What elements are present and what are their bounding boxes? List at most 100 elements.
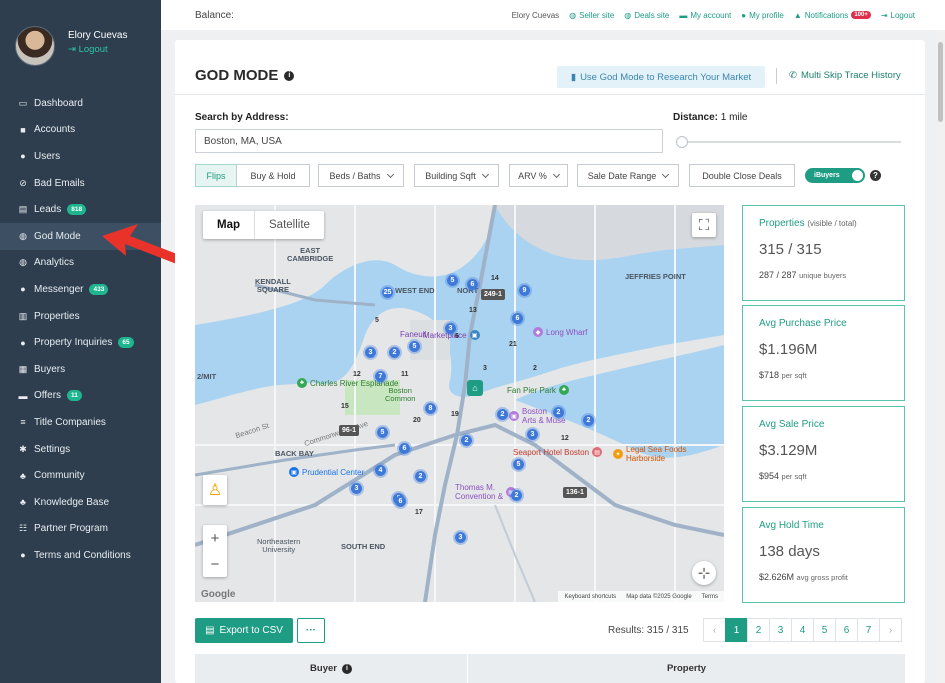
zoom-in-button[interactable]: + bbox=[211, 525, 220, 551]
home-marker-icon[interactable]: ⌂ bbox=[467, 380, 483, 396]
property-cluster-marker[interactable]: 5 bbox=[445, 273, 460, 288]
sidebar-item-community[interactable]: ♣ Community bbox=[0, 462, 161, 489]
info-icon[interactable]: i bbox=[341, 663, 352, 674]
property-cluster-marker[interactable]: 5 bbox=[407, 339, 422, 354]
zoom-out-button[interactable]: − bbox=[211, 551, 220, 577]
avatar[interactable] bbox=[15, 26, 55, 66]
fullscreen-icon[interactable]: ⛶ bbox=[692, 213, 716, 237]
map-count-label[interactable]: 14 bbox=[491, 275, 499, 282]
recenter-icon[interactable]: ⊹ bbox=[692, 561, 716, 585]
ibuyers-toggle[interactable]: iBuyers bbox=[805, 168, 865, 183]
property-cluster-marker[interactable]: 5 bbox=[375, 425, 390, 440]
arv-dropdown[interactable]: ARV % bbox=[509, 164, 568, 187]
page-button[interactable]: 1 bbox=[725, 618, 748, 642]
distance-slider-handle[interactable] bbox=[676, 136, 688, 148]
property-cluster-marker[interactable]: 8 bbox=[423, 401, 438, 416]
property-cluster-marker[interactable]: 7 bbox=[373, 369, 388, 384]
map-tab[interactable]: Map bbox=[203, 211, 255, 239]
property-column-header[interactable]: Property bbox=[468, 654, 905, 683]
map-count-label[interactable]: 21 bbox=[509, 341, 517, 348]
keyboard-shortcuts-link[interactable]: Keyboard shortcuts bbox=[564, 594, 616, 600]
flips-tab[interactable]: Flips bbox=[195, 164, 237, 187]
sidebar-item-properties[interactable]: ▥ Properties bbox=[0, 303, 161, 330]
map-count-label[interactable]: 17 bbox=[415, 509, 423, 516]
sidebar-item-property-inquiries[interactable]: ● Property Inquiries 65 bbox=[0, 329, 161, 356]
sale-date-range-dropdown[interactable]: Sale Date Range bbox=[577, 164, 679, 187]
map-count-label[interactable]: 13 bbox=[469, 307, 477, 314]
property-cluster-marker[interactable]: 2 bbox=[387, 345, 402, 360]
property-cluster-marker[interactable]: 3 bbox=[349, 481, 364, 496]
map-count-label[interactable]: 15 bbox=[341, 403, 349, 410]
sidebar-item-accounts[interactable]: ■ Accounts bbox=[0, 117, 161, 144]
property-cluster-marker[interactable]: 2 bbox=[509, 488, 524, 503]
sidebar-item-bad-emails[interactable]: ⊘ Bad Emails bbox=[0, 170, 161, 197]
map-count-label[interactable]: 3 bbox=[483, 365, 487, 372]
satellite-tab[interactable]: Satellite bbox=[255, 211, 324, 239]
map-count-label[interactable]: 20 bbox=[413, 417, 421, 424]
property-cluster-marker[interactable]: 5 bbox=[511, 457, 526, 472]
page-button[interactable]: 3 bbox=[769, 618, 792, 642]
beds-baths-dropdown[interactable]: Beds / Baths bbox=[318, 164, 404, 187]
map-count-label[interactable]: 12 bbox=[561, 435, 569, 442]
sidebar-item-terms-and-conditions[interactable]: ● Terms and Conditions bbox=[0, 542, 161, 569]
property-cluster-marker[interactable]: 2 bbox=[459, 433, 474, 448]
map-count-label[interactable]: 6 bbox=[455, 333, 459, 340]
property-count-marker[interactable]: 96-1 bbox=[339, 425, 360, 436]
prev-page-button[interactable]: ‹ bbox=[703, 618, 726, 642]
property-cluster-marker[interactable]: 6 bbox=[397, 441, 412, 456]
deals-site-link[interactable]: ◍ Deals site bbox=[624, 11, 669, 20]
double-close-deals-button[interactable]: Double Close Deals bbox=[689, 164, 795, 187]
property-count-marker[interactable]: 249-1 bbox=[481, 289, 505, 300]
property-cluster-marker[interactable]: 6 bbox=[465, 277, 480, 292]
property-cluster-marker[interactable]: 3 bbox=[363, 345, 378, 360]
next-page-button[interactable]: › bbox=[879, 618, 902, 642]
page-button[interactable]: 5 bbox=[813, 618, 836, 642]
property-cluster-marker[interactable]: 2 bbox=[581, 413, 596, 428]
map-count-label[interactable]: 11 bbox=[401, 371, 408, 378]
page-button[interactable]: 2 bbox=[747, 618, 770, 642]
my-account-link[interactable]: ▬ My account bbox=[679, 11, 731, 20]
page-button[interactable]: 6 bbox=[835, 618, 858, 642]
building-sqft-dropdown[interactable]: Building Sqft bbox=[414, 164, 499, 187]
property-count-marker[interactable]: 136-1 bbox=[563, 487, 587, 498]
sidebar-item-buyers[interactable]: ▦ Buyers bbox=[0, 356, 161, 383]
buy-hold-tab[interactable]: Buy & Hold bbox=[236, 164, 310, 187]
property-cluster-marker[interactable]: 6 bbox=[510, 311, 525, 326]
property-cluster-marker[interactable]: 6 bbox=[393, 494, 408, 509]
pegman-icon[interactable]: ♙ bbox=[203, 475, 227, 505]
property-cluster-marker[interactable]: 2 bbox=[495, 407, 510, 422]
help-icon[interactable]: ? bbox=[870, 170, 881, 181]
property-cluster-marker[interactable]: 25 bbox=[380, 285, 395, 300]
sidebar-item-leads[interactable]: ▤ Leads 818 bbox=[0, 196, 161, 223]
property-map[interactable]: Map Satellite ⛶ EAST CAMBRIDGE KENDALL SQU… bbox=[195, 205, 724, 602]
sidebar-item-offers[interactable]: ▬ Offers 11 bbox=[0, 383, 161, 410]
my-profile-link[interactable]: ● My profile bbox=[741, 11, 784, 20]
sidebar-item-knowledge-base[interactable]: ♣ Knowledge Base bbox=[0, 489, 161, 516]
map-count-label[interactable]: 2 bbox=[533, 365, 537, 372]
seller-site-link[interactable]: ◍ Seller site bbox=[569, 11, 614, 20]
terms-link[interactable]: Terms bbox=[702, 594, 718, 600]
topbar-logout-link[interactable]: ⇥ Logout bbox=[881, 11, 915, 20]
property-cluster-marker[interactable]: 9 bbox=[517, 283, 532, 298]
research-market-button[interactable]: ▮ Use God Mode to Research Your Market bbox=[557, 66, 765, 88]
address-search-input[interactable]: Boston, MA, USA bbox=[195, 129, 663, 153]
sidebar-item-settings[interactable]: ✱ Settings bbox=[0, 436, 161, 463]
notifications-link[interactable]: ▲ Notifications 100+ bbox=[794, 11, 871, 20]
more-options-button[interactable]: ··· bbox=[297, 618, 325, 643]
property-cluster-marker[interactable]: 2 bbox=[413, 469, 428, 484]
map-count-label[interactable]: 12 bbox=[353, 371, 361, 378]
sidebar-item-dashboard[interactable]: ▭ Dashboard bbox=[0, 90, 161, 117]
property-cluster-marker[interactable]: 4 bbox=[373, 463, 388, 478]
property-cluster-marker[interactable]: 3 bbox=[525, 427, 540, 442]
sidebar-item-title-companies[interactable]: ≡ Title Companies bbox=[0, 409, 161, 436]
map-count-label[interactable]: 19 bbox=[451, 411, 459, 418]
map-count-label[interactable]: 5 bbox=[375, 317, 379, 324]
scrollbar-thumb[interactable] bbox=[938, 42, 943, 122]
sidebar-item-partner-program[interactable]: ☷ Partner Program bbox=[0, 516, 161, 543]
sidebar-item-users[interactable]: ● Users bbox=[0, 143, 161, 170]
info-icon[interactable]: i bbox=[284, 70, 295, 81]
property-cluster-marker[interactable]: 2 bbox=[551, 405, 566, 420]
sidebar-logout-link[interactable]: ⇥ Logout bbox=[68, 44, 127, 55]
buyer-column-header[interactable]: Buyer i bbox=[195, 654, 468, 683]
page-button[interactable]: 4 bbox=[791, 618, 814, 642]
